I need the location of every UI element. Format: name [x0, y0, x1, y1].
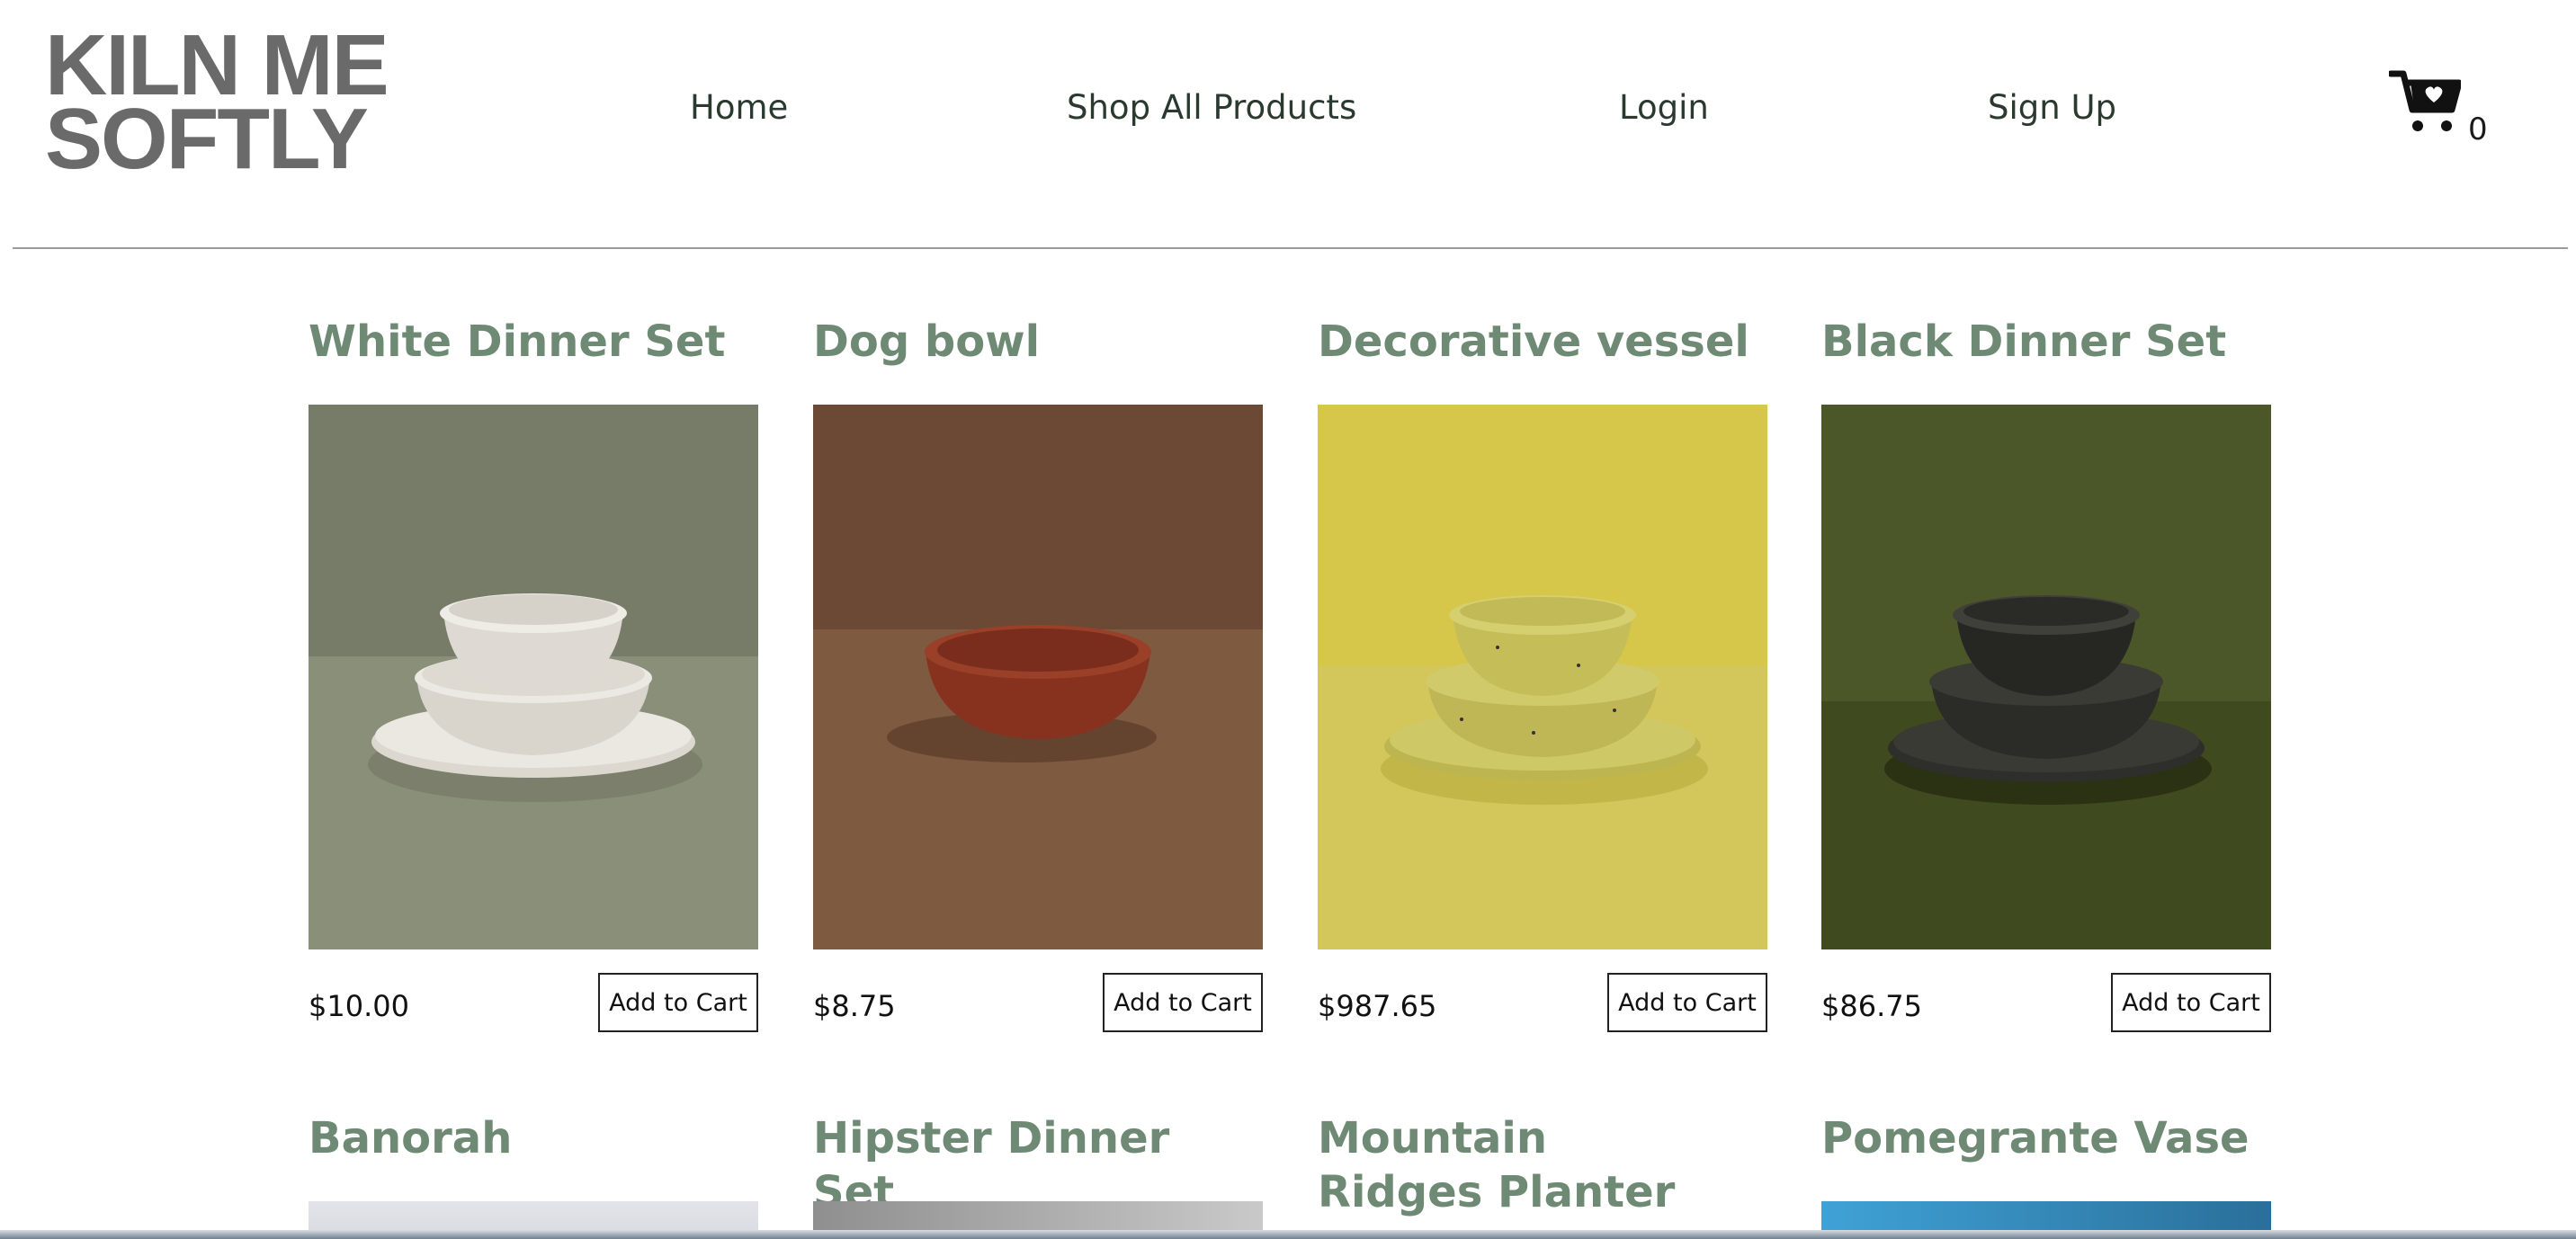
- header-divider: [13, 247, 2568, 249]
- product-footer: $86.75 Add to Cart: [1821, 973, 2271, 1034]
- logo-line-2: SOFTLY: [45, 91, 369, 187]
- product-card: Mountain Ridges Planter: [1318, 1111, 1695, 1239]
- window-bottom-edge: [0, 1230, 2576, 1239]
- cart-icon: [2389, 70, 2461, 131]
- cart-button[interactable]: 0: [2389, 68, 2488, 149]
- product-card: Black Dinner Set $86.75 Add to Cart: [1821, 315, 2271, 1034]
- nav-sign-up-link[interactable]: Sign Up: [1988, 88, 2116, 127]
- product-title[interactable]: Banorah: [309, 1111, 758, 1165]
- add-to-cart-button[interactable]: Add to Cart: [1607, 973, 1767, 1032]
- product-title[interactable]: Mountain Ridges Planter: [1318, 1111, 1695, 1219]
- product-footer: $10.00 Add to Cart: [309, 973, 758, 1034]
- add-to-cart-button[interactable]: Add to Cart: [1103, 973, 1263, 1032]
- product-title[interactable]: Dog bowl: [813, 315, 1263, 369]
- add-to-cart-button[interactable]: Add to Cart: [2111, 973, 2271, 1032]
- nav-shop-all-products-link[interactable]: Shop All Products: [1067, 88, 1356, 127]
- product-card: Hipster Dinner Set: [813, 1111, 1263, 1239]
- product-title[interactable]: Black Dinner Set: [1821, 315, 2271, 369]
- nav-login-link[interactable]: Login: [1619, 88, 1709, 127]
- product-footer: $987.65 Add to Cart: [1318, 973, 1767, 1034]
- product-image[interactable]: [1821, 405, 2271, 949]
- product-image[interactable]: [1318, 405, 1767, 949]
- product-price: $8.75: [813, 989, 896, 1023]
- black-dinnerware-stack-image: [1821, 405, 2271, 949]
- product-card: Pomegrante Vase: [1821, 1111, 2271, 1239]
- nav-home-link[interactable]: Home: [690, 88, 788, 127]
- product-title[interactable]: White Dinner Set: [309, 315, 758, 369]
- product-footer: $8.75 Add to Cart: [813, 973, 1263, 1034]
- product-card: White Dinner Set $10.00 Add to Cart: [309, 315, 758, 1034]
- add-to-cart-button[interactable]: Add to Cart: [598, 973, 758, 1032]
- cart-count: 0: [2468, 111, 2488, 147]
- white-dinnerware-stack-image: [309, 405, 758, 949]
- yellow-speckled-dinnerware-stack-image: [1318, 405, 1767, 949]
- product-price: $10.00: [309, 989, 409, 1023]
- terracotta-bowl-image: [813, 405, 1263, 949]
- site-logo[interactable]: KILN ME SOFTLY: [45, 22, 389, 187]
- product-card: Decorative vessel $987.65 Add to Cart: [1318, 315, 1767, 1034]
- product-title[interactable]: Decorative vessel: [1318, 315, 1767, 369]
- product-price: $86.75: [1821, 989, 1922, 1023]
- product-card: Dog bowl $8.75 Add to Cart: [813, 315, 1263, 1034]
- product-title[interactable]: Pomegrante Vase: [1821, 1111, 2271, 1165]
- product-image[interactable]: [309, 405, 758, 949]
- product-price: $987.65: [1318, 989, 1437, 1023]
- page: KILN ME SOFTLY Home Shop All Products Lo…: [0, 0, 2576, 1239]
- product-image[interactable]: [813, 405, 1263, 949]
- product-card: Banorah: [309, 1111, 758, 1239]
